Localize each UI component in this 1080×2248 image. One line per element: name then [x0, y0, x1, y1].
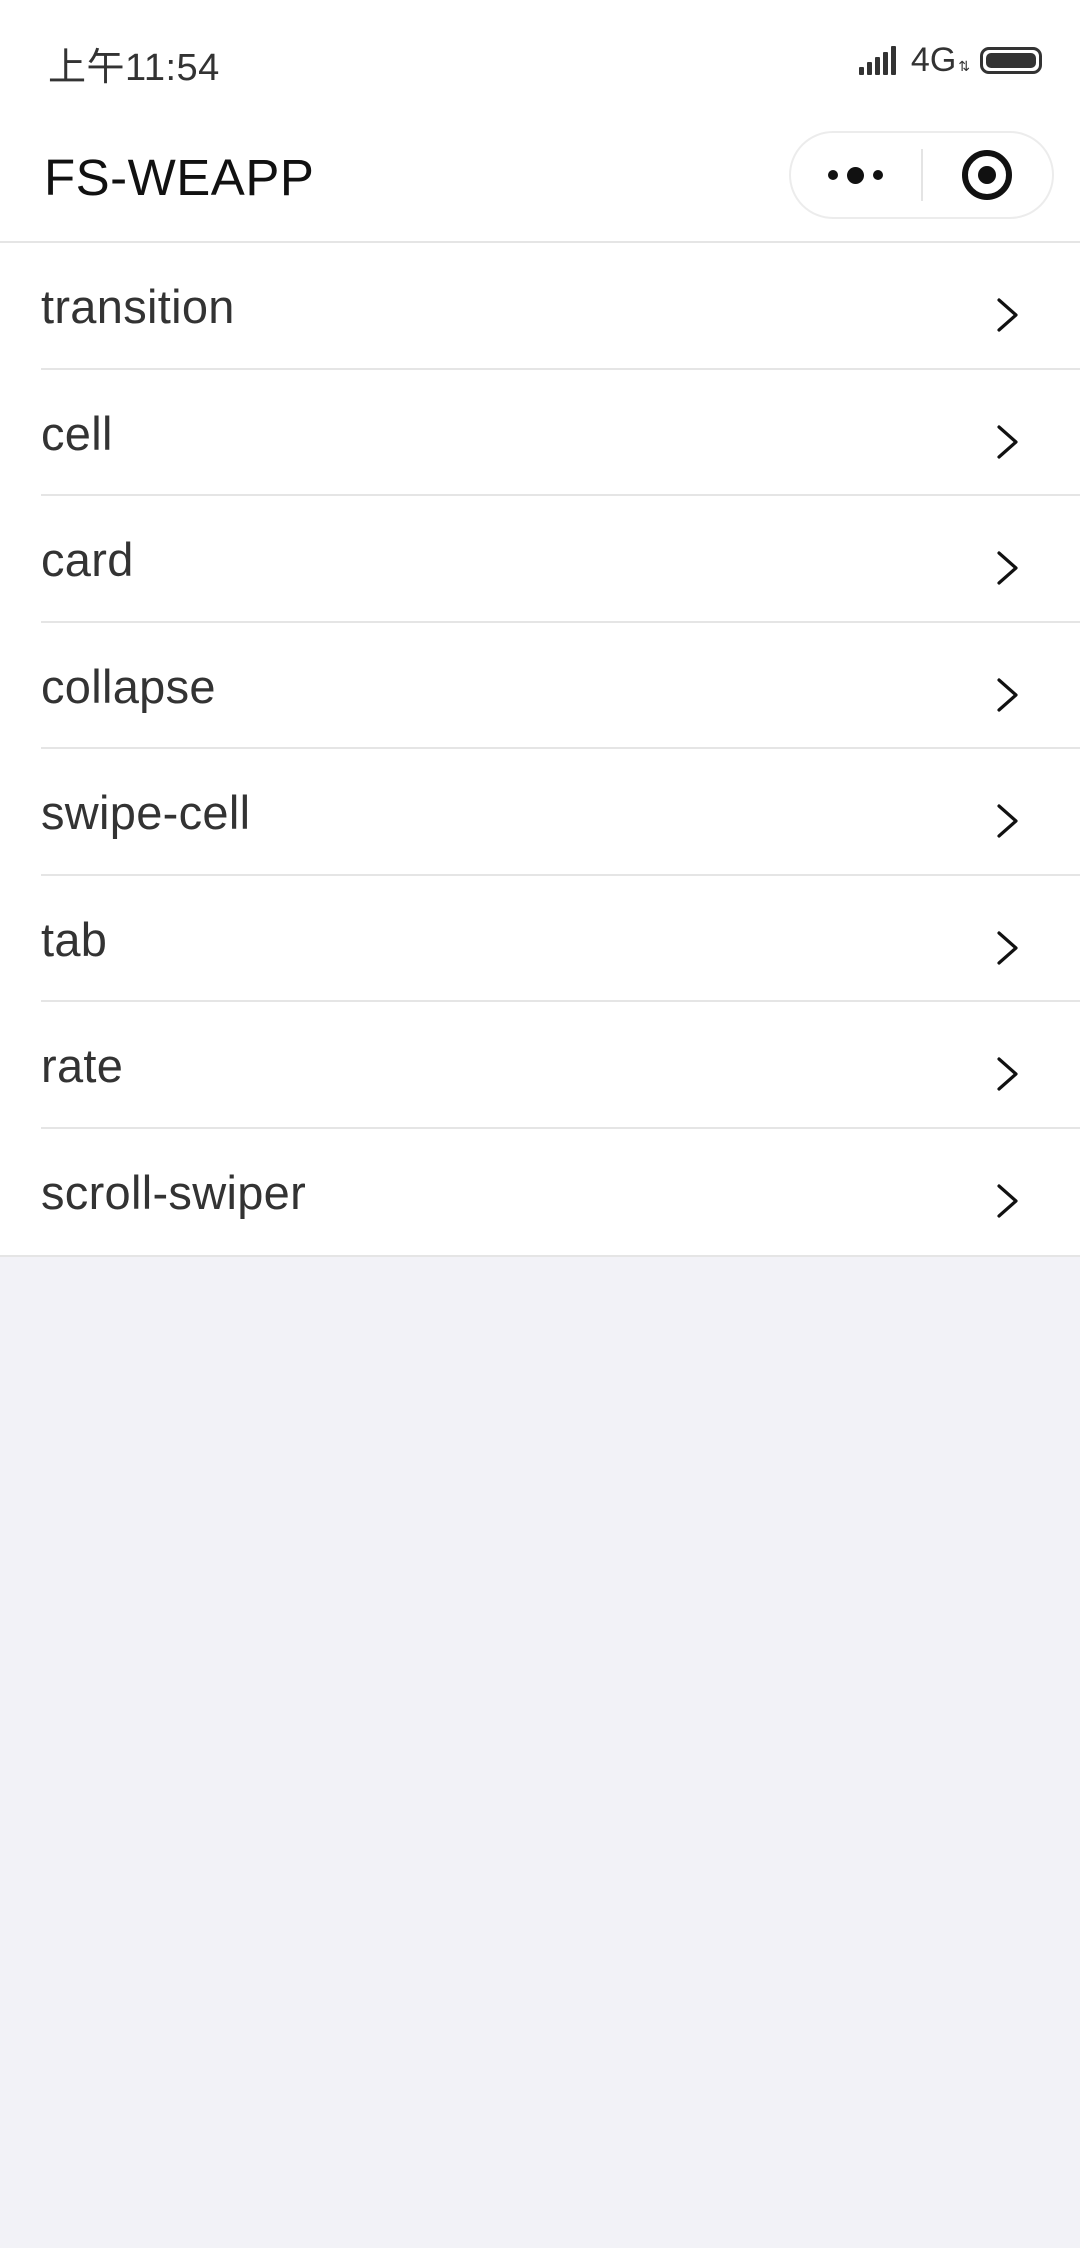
battery-icon	[980, 46, 1042, 74]
menu-capsule	[789, 131, 1054, 219]
signal-icon	[858, 45, 903, 75]
list-item-label: rate	[41, 1039, 124, 1092]
more-button[interactable]	[791, 133, 921, 217]
list-item-label: swipe-cell	[41, 786, 251, 839]
network-activity-icon: ⇅	[958, 57, 970, 74]
list-item-label: cell	[41, 406, 113, 460]
status-time: 上午11:54	[48, 47, 220, 89]
close-button[interactable]	[923, 133, 1053, 217]
list-item-tab[interactable]: tab	[0, 876, 1080, 1003]
list-item-card[interactable]: card	[0, 496, 1080, 623]
chevron-right-icon	[997, 298, 1018, 332]
chevron-right-icon	[997, 551, 1018, 585]
chevron-right-icon	[997, 804, 1018, 838]
chevron-right-icon	[997, 1183, 1018, 1218]
close-icon	[962, 150, 1013, 200]
status-bar: 上午11:54 4G ⇅	[0, 0, 1080, 118]
page-title: FS-WEAPP	[44, 149, 315, 206]
chevron-right-icon	[997, 1057, 1018, 1091]
list-item-swipe-cell[interactable]: swipe-cell	[0, 749, 1080, 876]
list-item-transition[interactable]: transition	[0, 243, 1080, 370]
network-type-label: 4G	[910, 40, 957, 79]
component-menu-list: transition cell card collapse swipe-cell…	[0, 243, 1080, 1257]
chevron-right-icon	[997, 677, 1018, 712]
status-indicators: 4G ⇅	[858, 38, 1042, 82]
list-item-label: scroll-swiper	[41, 1165, 307, 1219]
more-icon	[828, 166, 884, 184]
chevron-right-icon	[997, 930, 1018, 965]
list-item-label: tab	[41, 912, 108, 966]
list-item-collapse[interactable]: collapse	[0, 623, 1080, 750]
list-item-rate[interactable]: rate	[0, 1002, 1080, 1129]
list-item-label: card	[41, 533, 134, 586]
list-item-label: transition	[41, 280, 235, 333]
list-item-label: collapse	[41, 659, 216, 713]
chevron-right-icon	[997, 424, 1018, 459]
navigation-bar: FS-WEAPP	[0, 118, 1080, 243]
list-item-cell[interactable]: cell	[0, 370, 1080, 497]
list-item-scroll-swiper[interactable]: scroll-swiper	[0, 1129, 1080, 1256]
